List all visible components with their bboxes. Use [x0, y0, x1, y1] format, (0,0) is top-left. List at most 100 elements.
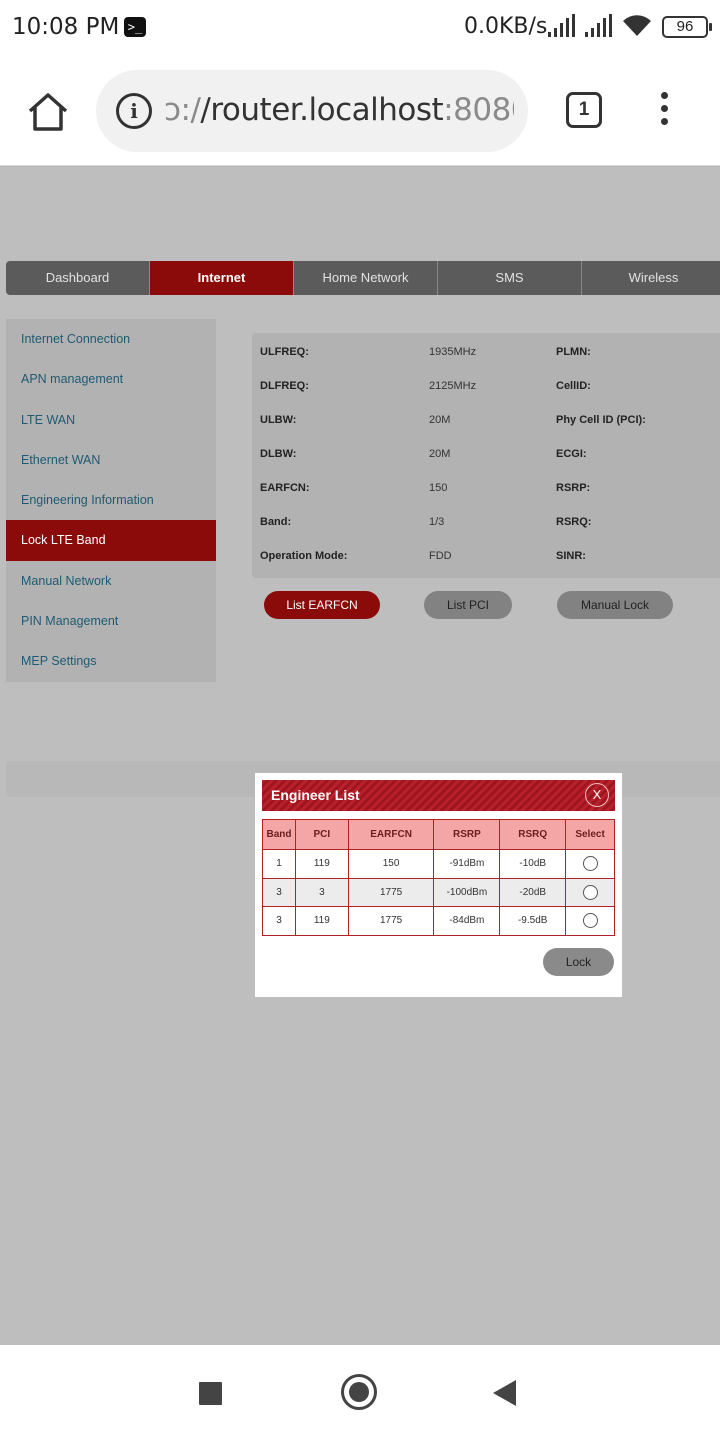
home-icon[interactable]	[26, 90, 70, 134]
info-label: RSRQ:	[556, 516, 592, 528]
cell-pci: 3	[294, 877, 349, 907]
table-row: 3 119 1775 -84dBm -9.5dB	[262, 906, 615, 936]
info-value: FDD	[429, 550, 452, 562]
info-value: 1/3	[429, 516, 445, 528]
cell-pci: 119	[294, 906, 349, 936]
tab-switcher-button[interactable]: 1	[566, 92, 602, 128]
column-header: PCI	[294, 819, 349, 850]
sidebar-item-engineering-information[interactable]: Engineering Information	[6, 480, 216, 520]
engineer-table: Band PCI EARFCN RSRP RSRQ Select 1 119 1…	[262, 819, 615, 936]
lock-button[interactable]: Lock	[543, 948, 614, 976]
cell-rsrq: -20dB	[499, 877, 567, 907]
cell-rsrp: -100dBm	[433, 877, 501, 907]
cell-band: 3	[262, 906, 296, 936]
status-bar: 10:08 PM >_ 0.0KB/s 96	[0, 0, 720, 56]
status-time: 10:08 PM	[12, 14, 120, 40]
cell-pci: 119	[294, 849, 349, 879]
list-earfcn-button[interactable]: List EARFCN	[264, 591, 380, 619]
url-port: :8080	[443, 92, 514, 128]
select-radio[interactable]	[582, 913, 598, 929]
main-nav: Dashboard Internet Home Network SMS Wire…	[6, 261, 720, 295]
sidebar-item-lock-lte-band[interactable]: Lock LTE Band	[6, 520, 216, 561]
close-button[interactable]: X	[585, 783, 609, 807]
cell-band: 1	[262, 849, 296, 879]
info-row: ULFREQ: 1935MHz PLMN:	[252, 336, 720, 370]
info-label: RSRP:	[556, 482, 591, 494]
tab-home-network[interactable]: Home Network	[294, 261, 438, 295]
home-circle-icon[interactable]	[341, 1374, 377, 1410]
cell-select	[565, 849, 615, 879]
cell-rsrp: -91dBm	[433, 849, 501, 879]
cell-earfcn: 1775	[347, 877, 435, 907]
column-header: RSRP	[433, 819, 501, 850]
select-radio[interactable]	[582, 856, 598, 872]
column-header: Band	[262, 819, 296, 850]
url-bar[interactable]: i ɔ://router.localhost:8080	[96, 70, 528, 152]
battery-icon: 96	[662, 16, 712, 38]
tab-internet[interactable]: Internet	[150, 261, 294, 295]
info-label: Phy Cell ID (PCI):	[556, 414, 646, 426]
select-radio[interactable]	[582, 884, 598, 900]
info-label: EARFCN:	[260, 482, 310, 494]
sidebar-item-internet-connection[interactable]: Internet Connection	[6, 319, 216, 359]
system-nav-bar	[0, 1345, 720, 1440]
info-row: DLBW: 20M ECGI:	[252, 438, 720, 472]
cell-band: 3	[262, 877, 296, 907]
tab-sms[interactable]: SMS	[438, 261, 582, 295]
sidebar-item-apn-management[interactable]: APN management	[6, 359, 216, 399]
tab-wireless[interactable]: Wireless	[582, 261, 720, 295]
cell-earfcn: 150	[347, 849, 435, 879]
tab-dashboard[interactable]: Dashboard	[6, 261, 150, 295]
info-value: 20M	[429, 414, 451, 426]
sidebar-item-lte-wan[interactable]: LTE WAN	[6, 400, 216, 440]
url-host: /router.localhost	[200, 92, 444, 128]
cell-rsrq: -9.5dB	[499, 906, 567, 936]
lte-info-panel: ULFREQ: 1935MHz PLMN: DLFREQ: 2125MHz Ce…	[252, 333, 720, 578]
table-row: 3 3 1775 -100dBm -20dB	[262, 877, 615, 907]
table-row: 1 119 150 -91dBm -10dB	[262, 849, 615, 879]
info-label: PLMN:	[556, 346, 591, 358]
column-header: EARFCN	[347, 819, 435, 850]
sidebar: Internet Connection APN management LTE W…	[6, 319, 216, 682]
overflow-menu-icon[interactable]	[656, 92, 672, 132]
info-value: 2125MHz	[429, 380, 477, 392]
router-page: Dashboard Internet Home Network SMS Wire…	[0, 167, 720, 1345]
column-header: Select	[565, 819, 615, 850]
back-icon[interactable]	[493, 1380, 516, 1406]
info-label: DLBW:	[260, 448, 297, 460]
manual-lock-button[interactable]: Manual Lock	[557, 591, 673, 619]
sidebar-item-ethernet-wan[interactable]: Ethernet WAN	[6, 440, 216, 480]
table-header-row: Band PCI EARFCN RSRP RSRQ Select	[262, 819, 615, 850]
sidebar-item-manual-network[interactable]: Manual Network	[6, 561, 216, 601]
cell-earfcn: 1775	[347, 906, 435, 936]
info-icon[interactable]: i	[116, 93, 152, 129]
info-value: 20M	[429, 448, 451, 460]
sidebar-item-mep-settings[interactable]: MEP Settings	[6, 641, 216, 681]
url-text[interactable]: ɔ://router.localhost:8080	[164, 92, 514, 128]
terminal-icon: >_	[124, 17, 146, 37]
info-label: DLFREQ:	[260, 380, 309, 392]
recents-icon[interactable]	[199, 1382, 222, 1405]
info-label: ECGI:	[556, 448, 587, 460]
dialog-title: Engineer List	[271, 787, 360, 803]
info-label: SINR:	[556, 550, 586, 562]
sidebar-item-pin-management[interactable]: PIN Management	[6, 601, 216, 641]
cell-select	[565, 906, 615, 936]
network-speed: 0.0KB/s	[464, 14, 548, 39]
info-row: DLFREQ: 2125MHz CellID:	[252, 370, 720, 404]
engineer-list-dialog: Engineer List X Band PCI EARFCN RSRP RSR…	[255, 773, 622, 997]
info-label: Band:	[260, 516, 292, 528]
list-pci-button[interactable]: List PCI	[424, 591, 512, 619]
wifi-icon	[623, 15, 651, 37]
browser-toolbar: i ɔ://router.localhost:8080 1	[0, 56, 720, 166]
url-prefix: ɔ:/	[164, 92, 201, 128]
cell-rsrp: -84dBm	[433, 906, 501, 936]
info-row: EARFCN: 150 RSRP:	[252, 472, 720, 506]
signal-icon	[585, 14, 612, 37]
info-row: Operation Mode: FDD SINR:	[252, 540, 720, 574]
signal-icon	[548, 14, 575, 37]
info-value: 1935MHz	[429, 346, 477, 358]
info-row: Band: 1/3 RSRQ:	[252, 506, 720, 540]
info-label: ULBW:	[260, 414, 297, 426]
column-header: RSRQ	[499, 819, 567, 850]
